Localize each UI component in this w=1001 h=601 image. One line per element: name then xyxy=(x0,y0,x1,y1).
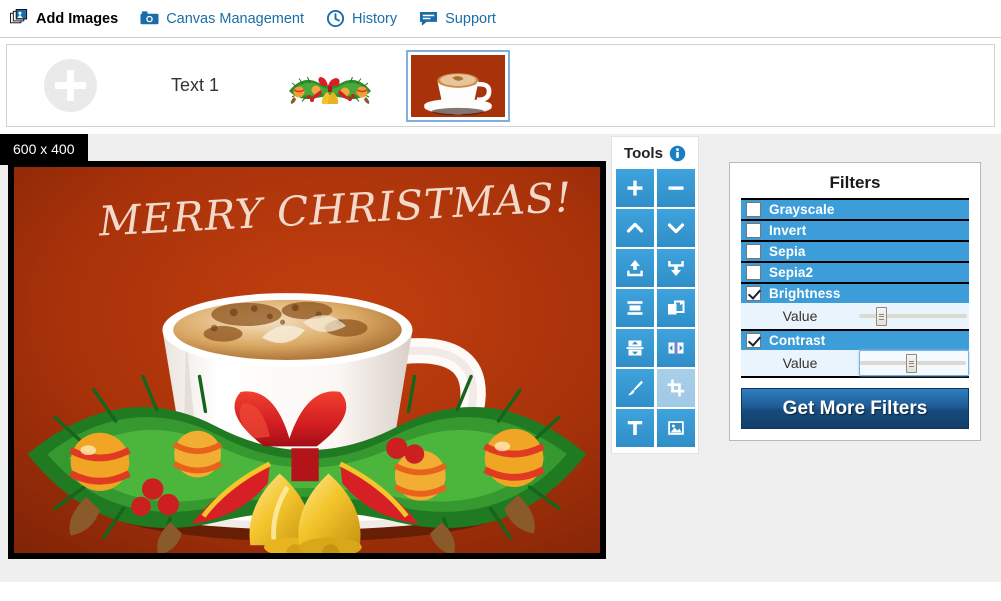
filters-title: Filters xyxy=(829,173,881,192)
tool-move-up-button[interactable] xyxy=(615,209,654,247)
filter-row-invert[interactable]: Invert xyxy=(741,219,969,242)
tool-duplicate-button[interactable] xyxy=(656,289,695,327)
tool-move-down-button[interactable] xyxy=(656,209,695,247)
layers-strip-wrapper: Text 1 xyxy=(0,38,1001,127)
clock-icon xyxy=(326,9,345,28)
canvas-size-badge: 600 x 400 xyxy=(0,134,88,165)
filter-value-label: Value xyxy=(782,355,818,371)
get-more-filters-button[interactable]: Get More Filters xyxy=(741,388,969,429)
menu-label: Canvas Management xyxy=(166,10,305,27)
menu-item-history[interactable]: History xyxy=(326,9,397,28)
slider-knob[interactable] xyxy=(876,307,888,326)
layer-thumb-garland[interactable] xyxy=(279,65,381,107)
slider-track xyxy=(859,314,967,318)
filter-label: Invert xyxy=(769,223,807,238)
tools-panel: Tools xyxy=(612,137,698,453)
tool-bring-to-front-button[interactable] xyxy=(615,249,654,287)
brightness-slider[interactable] xyxy=(859,307,967,326)
layer-thumb-coffee-cup-selected[interactable] xyxy=(406,49,511,122)
filter-row-sepia2[interactable]: Sepia2 xyxy=(741,261,969,284)
filter-value-row-contrast: Value xyxy=(741,350,969,378)
crop-icon xyxy=(666,378,686,398)
tools-grid xyxy=(612,169,698,447)
filter-checkbox-sepia[interactable] xyxy=(746,244,761,259)
filter-checkbox-sepia2[interactable] xyxy=(746,265,761,280)
tools-panel-header: Tools xyxy=(612,143,698,169)
filter-checkbox-grayscale[interactable] xyxy=(746,202,761,217)
menu-label: Add Images xyxy=(36,10,119,27)
duplicate-icon xyxy=(666,298,686,318)
upload-arrow-icon xyxy=(625,258,645,278)
filter-row-brightness[interactable]: Brightness xyxy=(741,282,969,305)
filter-row-sepia[interactable]: Sepia xyxy=(741,240,969,263)
info-icon[interactable] xyxy=(669,145,686,162)
filter-label: Contrast xyxy=(769,333,826,348)
minus-icon xyxy=(666,178,686,198)
tool-align-center-button[interactable] xyxy=(615,289,654,327)
filter-label: Sepia xyxy=(769,244,806,259)
layers-strip: Text 1 xyxy=(6,44,995,127)
filter-label: Grayscale xyxy=(769,202,835,217)
download-arrow-icon xyxy=(666,258,686,278)
tool-add-text-button[interactable] xyxy=(615,409,654,447)
brush-icon xyxy=(625,378,645,398)
chevron-down-icon xyxy=(666,218,686,238)
contrast-slider-wrap xyxy=(859,350,969,376)
menu-label: Support xyxy=(445,10,496,27)
brightness-slider-wrap xyxy=(859,307,969,326)
tool-send-to-back-button[interactable] xyxy=(656,249,695,287)
filter-checkbox-brightness[interactable] xyxy=(746,286,761,301)
tool-flip-vertical-button[interactable] xyxy=(615,329,654,367)
tools-title: Tools xyxy=(624,145,663,162)
menu-item-canvas-management[interactable]: Canvas Management xyxy=(140,9,304,28)
speech-bubble-icon xyxy=(419,9,438,28)
filter-label: Brightness xyxy=(769,286,841,301)
filter-row-grayscale[interactable]: Grayscale xyxy=(741,198,969,221)
top-menu-bar: Add Images Canvas Management History Sup… xyxy=(0,0,1001,38)
filter-value-row-brightness: Value xyxy=(741,303,969,331)
canvas-stage: 600 x 400 MERRY CHRISTMAS! Tools Filters… xyxy=(0,134,1001,582)
tool-brush-button[interactable] xyxy=(615,369,654,407)
main-canvas[interactable]: MERRY CHRISTMAS! xyxy=(8,161,606,559)
contrast-slider[interactable] xyxy=(860,354,966,373)
menu-item-support[interactable]: Support xyxy=(419,9,496,28)
stacked-images-icon xyxy=(10,9,29,28)
add-layer-button[interactable] xyxy=(44,59,97,112)
filter-checkbox-invert[interactable] xyxy=(746,223,761,238)
tool-zoom-out-button[interactable] xyxy=(656,169,695,207)
menu-item-add-images[interactable]: Add Images xyxy=(10,9,118,28)
filter-value-label: Value xyxy=(782,308,818,324)
tool-crop-button[interactable] xyxy=(656,369,695,407)
filter-row-contrast[interactable]: Contrast xyxy=(741,329,969,352)
filter-checkbox-contrast[interactable] xyxy=(746,333,761,348)
text-icon xyxy=(625,418,645,438)
plus-icon xyxy=(625,178,645,198)
chevron-up-icon xyxy=(625,218,645,238)
align-icon xyxy=(625,298,645,318)
filters-panel: Filters Grayscale Invert Sepia Sepia2 Br… xyxy=(729,162,981,441)
camera-icon xyxy=(140,9,159,28)
layer-thumb-text-1[interactable]: Text 1 xyxy=(171,75,219,96)
tool-flip-horizontal-button[interactable] xyxy=(656,329,695,367)
tool-zoom-in-button[interactable] xyxy=(615,169,654,207)
menu-label: History xyxy=(352,10,398,27)
flip-horizontal-icon xyxy=(666,338,686,358)
slider-knob[interactable] xyxy=(905,354,917,373)
tool-add-image-button[interactable] xyxy=(656,409,695,447)
image-icon xyxy=(666,418,686,438)
filter-label: Sepia2 xyxy=(769,265,814,280)
flip-vertical-icon xyxy=(625,338,645,358)
